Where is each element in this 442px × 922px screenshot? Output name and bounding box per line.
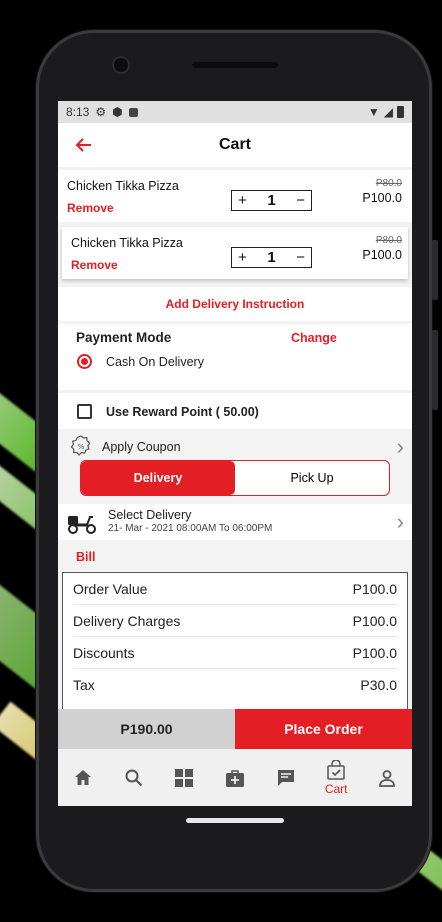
apply-coupon-label: Apply Coupon	[102, 440, 181, 454]
cart-item: Chicken Tikka Pizza Remove + 1 − P80.0 P…	[58, 170, 412, 222]
earpiece-speaker	[192, 62, 278, 68]
bill-row: Order Value P100.0	[73, 573, 397, 605]
app-header: Cart	[58, 123, 412, 167]
home-indicator[interactable]	[186, 818, 284, 823]
categories-icon	[175, 768, 194, 787]
nav-profile[interactable]	[361, 749, 412, 806]
original-price: P80.0	[375, 178, 402, 189]
bill-row-label: Discounts	[73, 645, 135, 661]
messages-icon	[277, 769, 294, 786]
add-delivery-instruction-link[interactable]: Add Delivery Instruction	[58, 287, 412, 321]
nav-cart-label: Cart	[324, 781, 348, 796]
payment-mode-section: Payment Mode Change Cash On Delivery	[58, 324, 412, 390]
nav-search[interactable]	[109, 749, 160, 806]
decrease-quantity-button[interactable]: −	[296, 192, 305, 209]
remove-item-button[interactable]: Remove	[67, 201, 114, 215]
payment-option-label: Cash On Delivery	[106, 355, 204, 369]
checkout-bar: P190.00 Place Order	[58, 709, 412, 749]
item-name: Chicken Tikka Pizza	[67, 179, 179, 193]
battery-icon	[397, 106, 404, 118]
chevron-right-icon: ›	[396, 434, 404, 459]
nav-categories[interactable]	[159, 749, 210, 806]
bill-row-label: Order Value	[73, 581, 148, 597]
increase-quantity-button[interactable]: +	[238, 249, 247, 266]
home-icon	[75, 769, 92, 785]
reward-point-label: Use Reward Point ( 50.00)	[106, 405, 259, 419]
select-delivery-title: Select Delivery	[108, 508, 192, 522]
cart-icon	[327, 759, 345, 780]
quantity-stepper: + 1 −	[231, 190, 312, 211]
delivery-time-slot: 21- Mar - 2021 08:00AM To 06:00PM	[108, 523, 273, 534]
cart-item: Chicken Tikka Pizza Remove + 1 − P80.0 P…	[62, 227, 408, 279]
bottom-nav: Cart	[58, 749, 412, 806]
front-camera	[114, 58, 128, 72]
shield-status-icon: ⬢	[112, 105, 123, 119]
search-icon	[125, 769, 143, 786]
change-payment-button[interactable]: Change	[291, 331, 337, 345]
nav-home[interactable]	[58, 749, 109, 806]
status-time: 8:13	[66, 105, 90, 119]
original-price: P80.0	[375, 235, 402, 246]
profile-icon	[378, 769, 395, 787]
item-price: P100.0	[362, 248, 402, 262]
settings-status-icon: ⚙	[95, 105, 107, 119]
scooter-icon	[68, 516, 96, 534]
nav-cart[interactable]: Cart	[311, 749, 362, 806]
back-arrow-icon[interactable]	[74, 135, 94, 155]
page-title: Cart	[218, 136, 251, 153]
nav-messages[interactable]	[260, 749, 311, 806]
bill-summary: Order Value P100.0 Delivery Charges P100…	[62, 572, 408, 712]
power-button	[432, 240, 438, 300]
coupon-icon: %	[70, 435, 91, 456]
quantity-value: 1	[267, 249, 276, 266]
quantity-value: 1	[267, 192, 276, 209]
bill-row-label: Tax	[73, 677, 95, 693]
order-total: P190.00	[58, 709, 235, 749]
pickup-tab[interactable]: Pick Up	[235, 461, 389, 495]
bill-row-value: P100.0	[352, 645, 397, 661]
increase-quantity-button[interactable]: +	[238, 192, 247, 209]
delivery-tab[interactable]: Delivery	[81, 461, 235, 495]
bill-row: Discounts P100.0	[73, 637, 397, 669]
place-order-button[interactable]: Place Order	[235, 709, 412, 749]
cash-on-delivery-radio[interactable]	[77, 354, 92, 369]
quantity-stepper: + 1 −	[231, 247, 312, 268]
select-delivery-row[interactable]: Select Delivery 21- Mar - 2021 08:00AM T…	[58, 504, 412, 540]
use-reward-checkbox[interactable]	[77, 404, 92, 419]
reward-point-row: Use Reward Point ( 50.00)	[58, 393, 412, 429]
bill-row-value: P100.0	[352, 613, 397, 629]
fulfillment-toggle: Delivery Pick Up	[80, 460, 390, 496]
bill-row: Tax P30.0	[73, 669, 397, 701]
sim-status-icon	[128, 107, 138, 117]
item-price: P100.0	[362, 191, 402, 205]
bag-plus-icon	[226, 769, 245, 787]
payment-mode-title: Payment Mode	[76, 330, 172, 345]
bill-title: Bill	[76, 550, 96, 564]
chevron-right-icon: ›	[396, 509, 404, 534]
wifi-icon: ▼	[367, 105, 380, 119]
volume-button	[432, 330, 438, 410]
svg-text:%: %	[78, 443, 85, 451]
app-screen: 8:13 ⚙ ⬢ ▼ ◢ Cart Chicken Tikka Pizza Re…	[58, 101, 412, 806]
bill-row: Delivery Charges P100.0	[73, 605, 397, 637]
bill-row-value: P30.0	[360, 677, 397, 693]
status-bar: 8:13 ⚙ ⬢ ▼ ◢	[58, 101, 412, 123]
bill-row-value: P100.0	[352, 581, 397, 597]
signal-icon: ◢	[383, 105, 393, 119]
decrease-quantity-button[interactable]: −	[296, 249, 305, 266]
item-name: Chicken Tikka Pizza	[71, 236, 183, 250]
remove-item-button[interactable]: Remove	[71, 258, 118, 272]
nav-add-to-bag[interactable]	[210, 749, 261, 806]
bill-row-label: Delivery Charges	[73, 613, 181, 629]
